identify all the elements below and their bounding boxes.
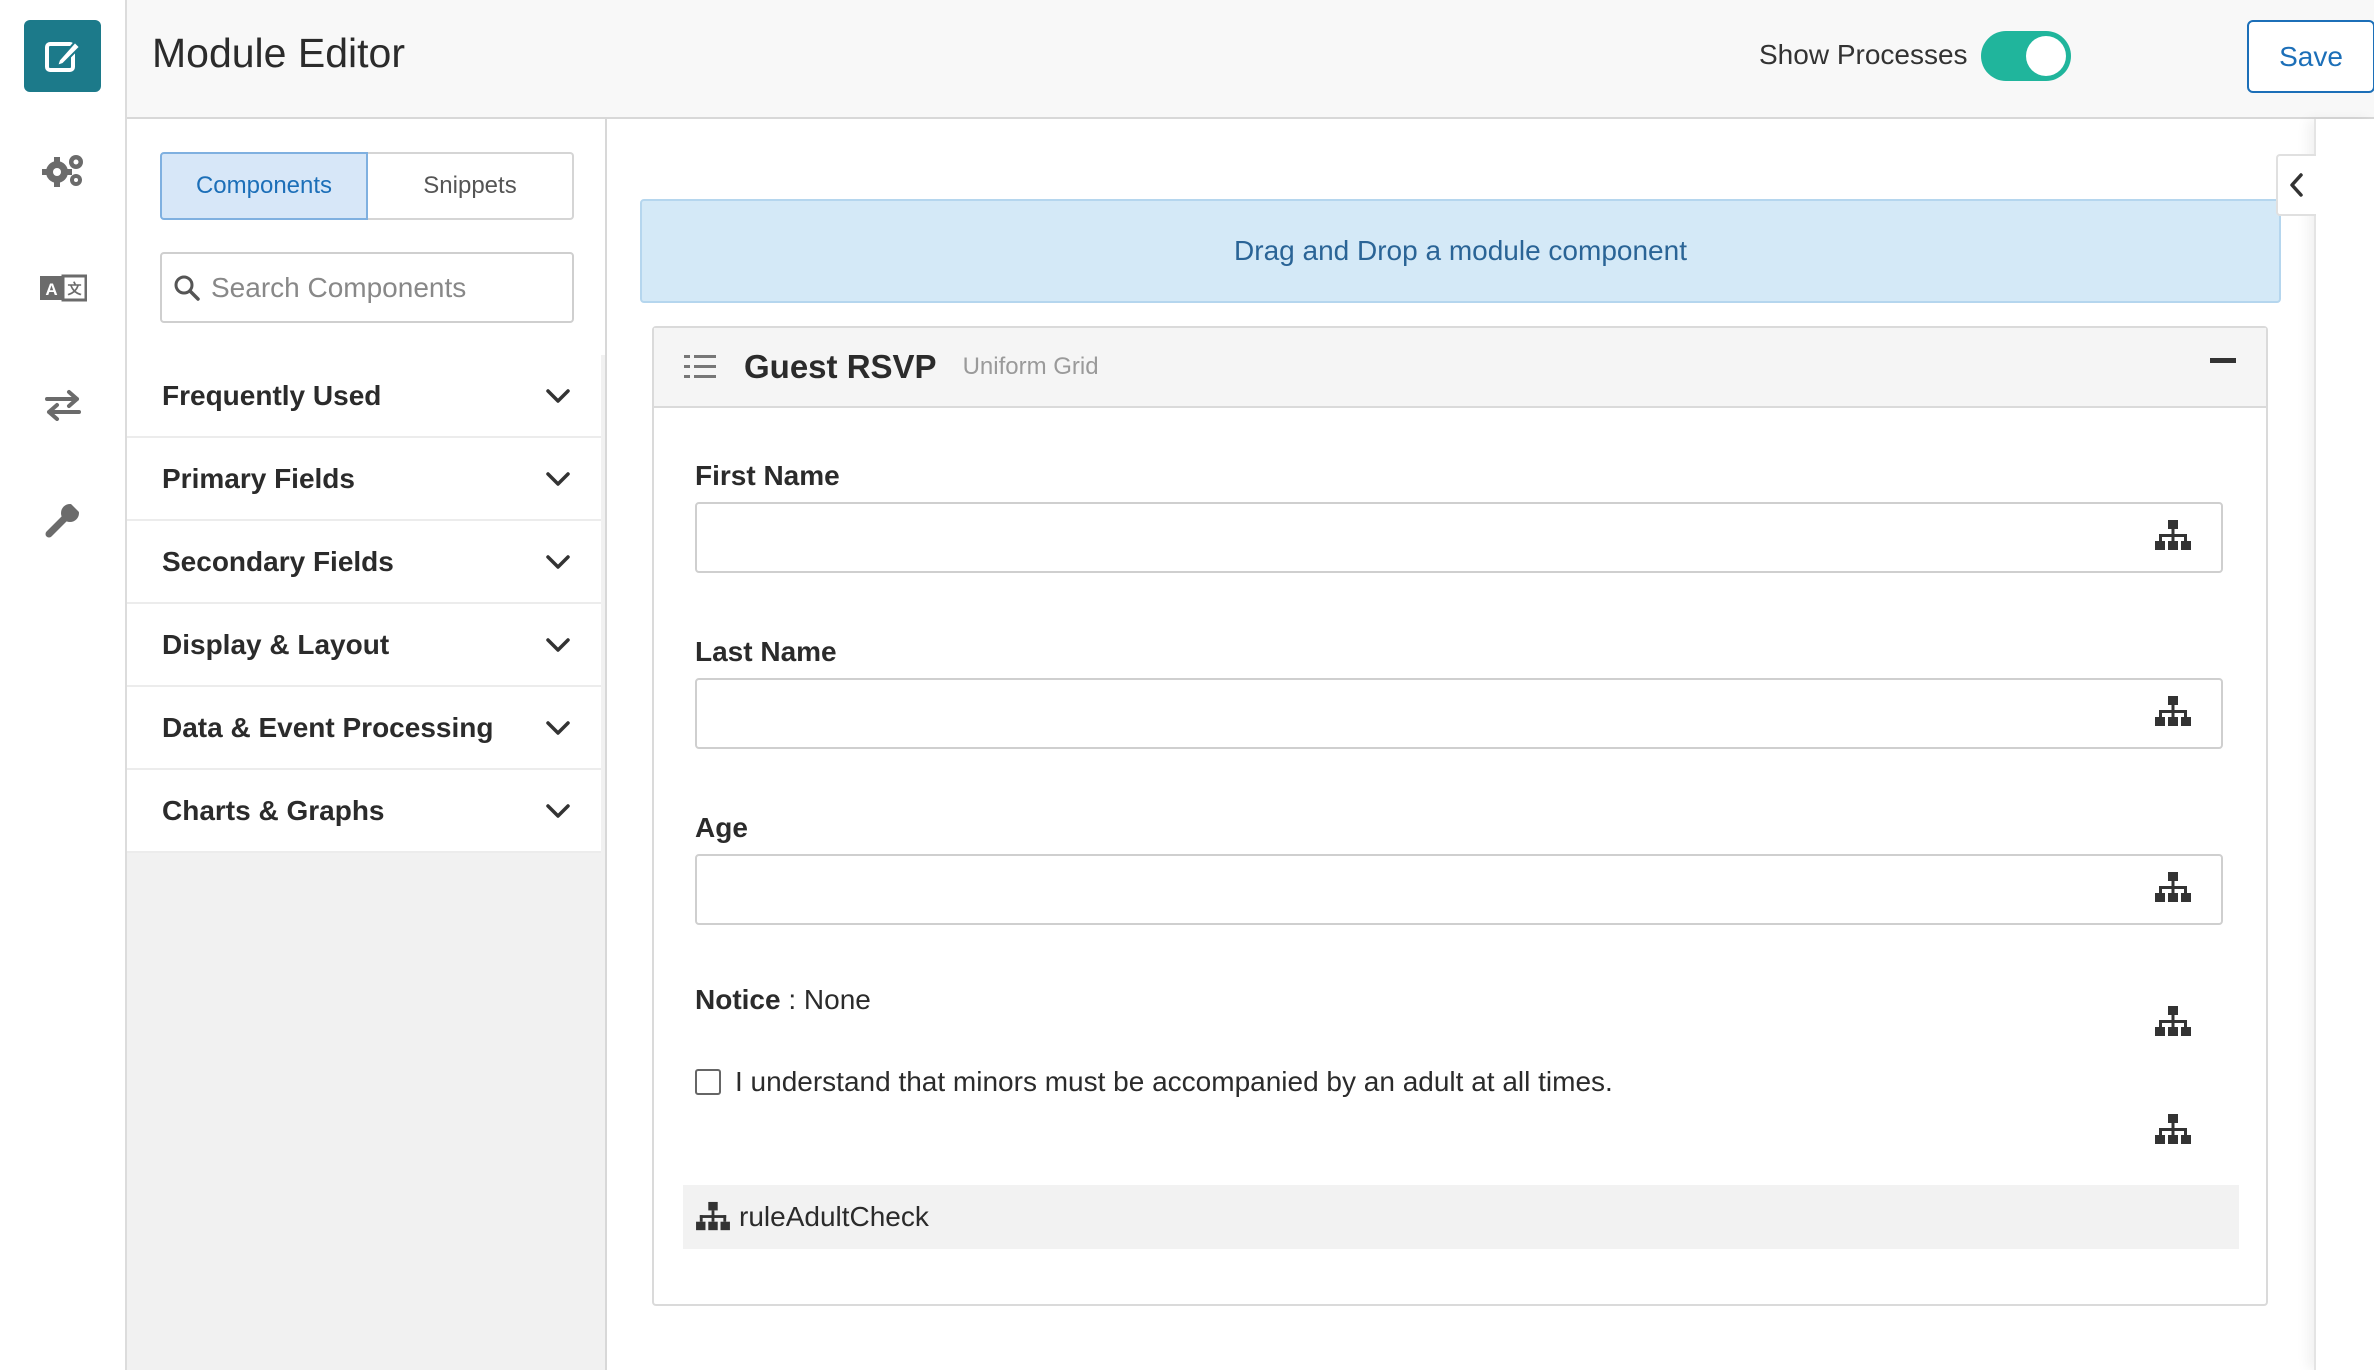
component-name: Guest RSVP: [744, 348, 937, 385]
process-icon: [696, 1201, 730, 1231]
tab-snippets[interactable]: Snippets: [368, 152, 574, 220]
field-label-age: Age: [695, 812, 748, 843]
last-name-field[interactable]: [695, 678, 2223, 749]
chevron-down-icon: [546, 471, 570, 486]
edit-icon[interactable]: [24, 20, 101, 92]
category-label: Frequently Used: [162, 379, 382, 411]
right-panel: [2314, 119, 2374, 1370]
category-frequently-used[interactable]: Frequently Used: [127, 355, 601, 438]
category-label: Primary Fields: [162, 462, 355, 494]
rule-name: ruleAdultCheck: [739, 1201, 929, 1232]
panel-tabs: Components Snippets: [160, 152, 574, 220]
top-bar: Module Editor Show Processes Save •••: [127, 0, 2374, 119]
toggle-knob: [2026, 36, 2066, 76]
category-charts-graphs[interactable]: Charts & Graphs: [127, 770, 601, 853]
consent-checkbox[interactable]: [695, 1069, 721, 1095]
category-label: Charts & Graphs: [162, 794, 385, 826]
translate-icon[interactable]: A 文: [38, 266, 88, 310]
editor-canvas: Drag and Drop a module component Guest R…: [607, 119, 2314, 1370]
first-name-field[interactable]: [695, 502, 2223, 573]
drop-zone[interactable]: Drag and Drop a module component: [640, 199, 2281, 303]
process-icon[interactable]: [2154, 519, 2192, 553]
show-processes-toggle[interactable]: [1981, 31, 2071, 81]
page-title: Module Editor: [152, 30, 405, 76]
collapse-icon[interactable]: [2210, 358, 2236, 363]
category-display-layout[interactable]: Display & Layout: [127, 604, 601, 687]
consent-checkbox-row: I understand that minors must be accompa…: [695, 1066, 1613, 1098]
process-icon[interactable]: [2154, 1005, 2192, 1039]
category-secondary-fields[interactable]: Secondary Fields: [127, 521, 601, 604]
tab-components[interactable]: Components: [160, 152, 368, 220]
panel-header: Components Snippets: [127, 119, 605, 355]
age-field[interactable]: [695, 854, 2223, 925]
chevron-down-icon: [546, 554, 570, 569]
chevron-down-icon: [546, 637, 570, 652]
category-list: Frequently Used Primary Fields Secondary…: [127, 355, 605, 853]
component-card[interactable]: Guest RSVP Uniform Grid First Name Last …: [652, 326, 2268, 1306]
field-label-first-name: First Name: [695, 460, 840, 491]
chevron-left-icon: [2290, 173, 2303, 197]
notice-text: Notice : None: [695, 984, 871, 1016]
category-data-event-processing[interactable]: Data & Event Processing: [127, 687, 601, 770]
notice-value: None: [803, 984, 871, 1015]
save-button[interactable]: Save: [2247, 20, 2374, 93]
expand-panel-button[interactable]: [2276, 154, 2316, 216]
drag-handle-icon[interactable]: [684, 353, 720, 381]
components-panel: Components Snippets Frequently Used Prim…: [127, 119, 607, 1370]
search-icon: [162, 274, 211, 302]
transfer-icon[interactable]: [38, 383, 88, 427]
consent-checkbox-label[interactable]: I understand that minors must be accompa…: [735, 1066, 1613, 1098]
icon-rail: A 文: [0, 0, 127, 1370]
notice-label: Notice: [695, 984, 781, 1015]
process-icon[interactable]: [2154, 695, 2192, 729]
process-icon[interactable]: [2154, 1113, 2192, 1147]
process-icon[interactable]: [2154, 871, 2192, 905]
chevron-down-icon: [546, 720, 570, 735]
category-primary-fields[interactable]: Primary Fields: [127, 438, 601, 521]
svg-text:A: A: [45, 280, 57, 299]
category-label: Display & Layout: [162, 628, 390, 660]
chevron-down-icon: [546, 803, 570, 818]
notice-separator: :: [780, 984, 804, 1015]
rule-row[interactable]: ruleAdultCheck: [683, 1185, 2239, 1249]
wrench-icon[interactable]: [38, 498, 88, 542]
show-processes-label: Show Processes: [1759, 39, 1968, 70]
category-label: Secondary Fields: [162, 545, 394, 577]
category-label: Data & Event Processing: [162, 711, 494, 743]
search-box: [160, 252, 574, 323]
search-input[interactable]: [211, 271, 572, 304]
component-type: Uniform Grid: [962, 353, 1099, 380]
settings-icon[interactable]: [38, 148, 88, 192]
chevron-down-icon: [546, 388, 570, 403]
field-label-last-name: Last Name: [695, 636, 837, 667]
svg-text:文: 文: [68, 281, 83, 298]
component-header: Guest RSVP Uniform Grid: [654, 328, 2266, 408]
